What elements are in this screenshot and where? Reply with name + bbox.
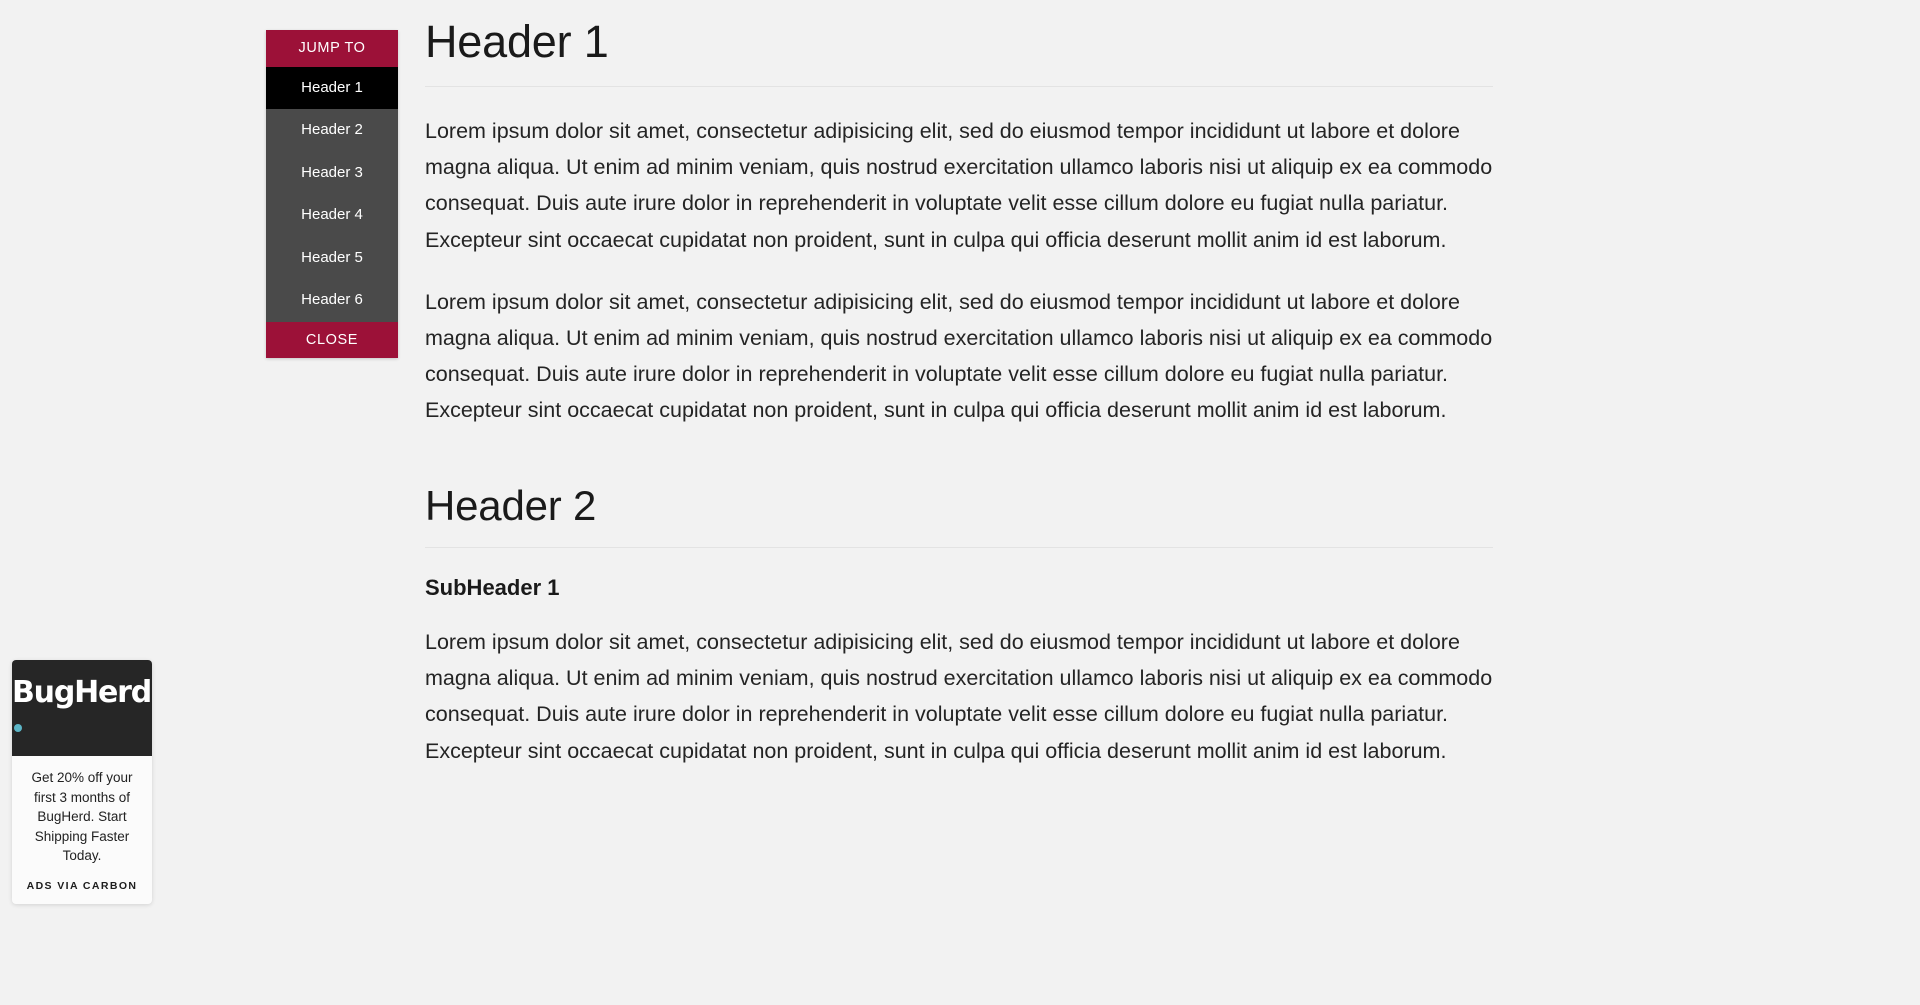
heading-divider-1 [425,86,1493,88]
jump-to-title: JUMP TO [266,30,398,67]
carbon-ad-poweredby[interactable]: ADS VIA CARBON [12,876,152,904]
heading-header-1: Header 1 [425,16,609,67]
main-content: Header 1 Lorem ipsum dolor sit amet, con… [425,14,1493,769]
jump-to-item-header-5[interactable]: Header 5 [266,236,398,279]
carbon-ad-image[interactable]: BugHerd [12,660,152,756]
page-root: JUMP TO Header 1 Header 2 Header 3 Heade… [0,0,1920,1005]
subheading-subheader-1: SubHeader 1 [425,574,560,600]
bugherd-logo: BugHerd [12,678,152,738]
heading-header-2: Header 2 [425,482,597,530]
carbon-ad[interactable]: BugHerd Get 20% off your first 3 months … [12,660,152,904]
jump-to-item-header-4[interactable]: Header 4 [266,194,398,237]
bugherd-dot-icon [14,724,22,732]
jump-to-close-button[interactable]: CLOSE [266,321,398,358]
paragraph-2: Lorem ipsum dolor sit amet, consectetur … [425,289,1493,423]
bugherd-logo-text: BugHerd [12,675,152,710]
jump-to-panel: JUMP TO Header 1 Header 2 Header 3 Heade… [266,30,398,358]
paragraph-1: Lorem ipsum dolor sit amet, consectetur … [425,119,1493,252]
carbon-ad-text[interactable]: Get 20% off your first 3 months of BugHe… [12,756,152,876]
heading-divider-2 [425,546,1493,548]
jump-to-item-header-2[interactable]: Header 2 [266,109,398,152]
jump-to-item-header-3[interactable]: Header 3 [266,151,398,194]
paragraph-3: Lorem ipsum dolor sit amet, consectetur … [425,630,1493,763]
jump-to-item-header-6[interactable]: Header 6 [266,279,398,322]
jump-to-item-header-1[interactable]: Header 1 [266,66,398,109]
jump-to-list: Header 1 Header 2 Header 3 Header 4 Head… [266,66,398,322]
